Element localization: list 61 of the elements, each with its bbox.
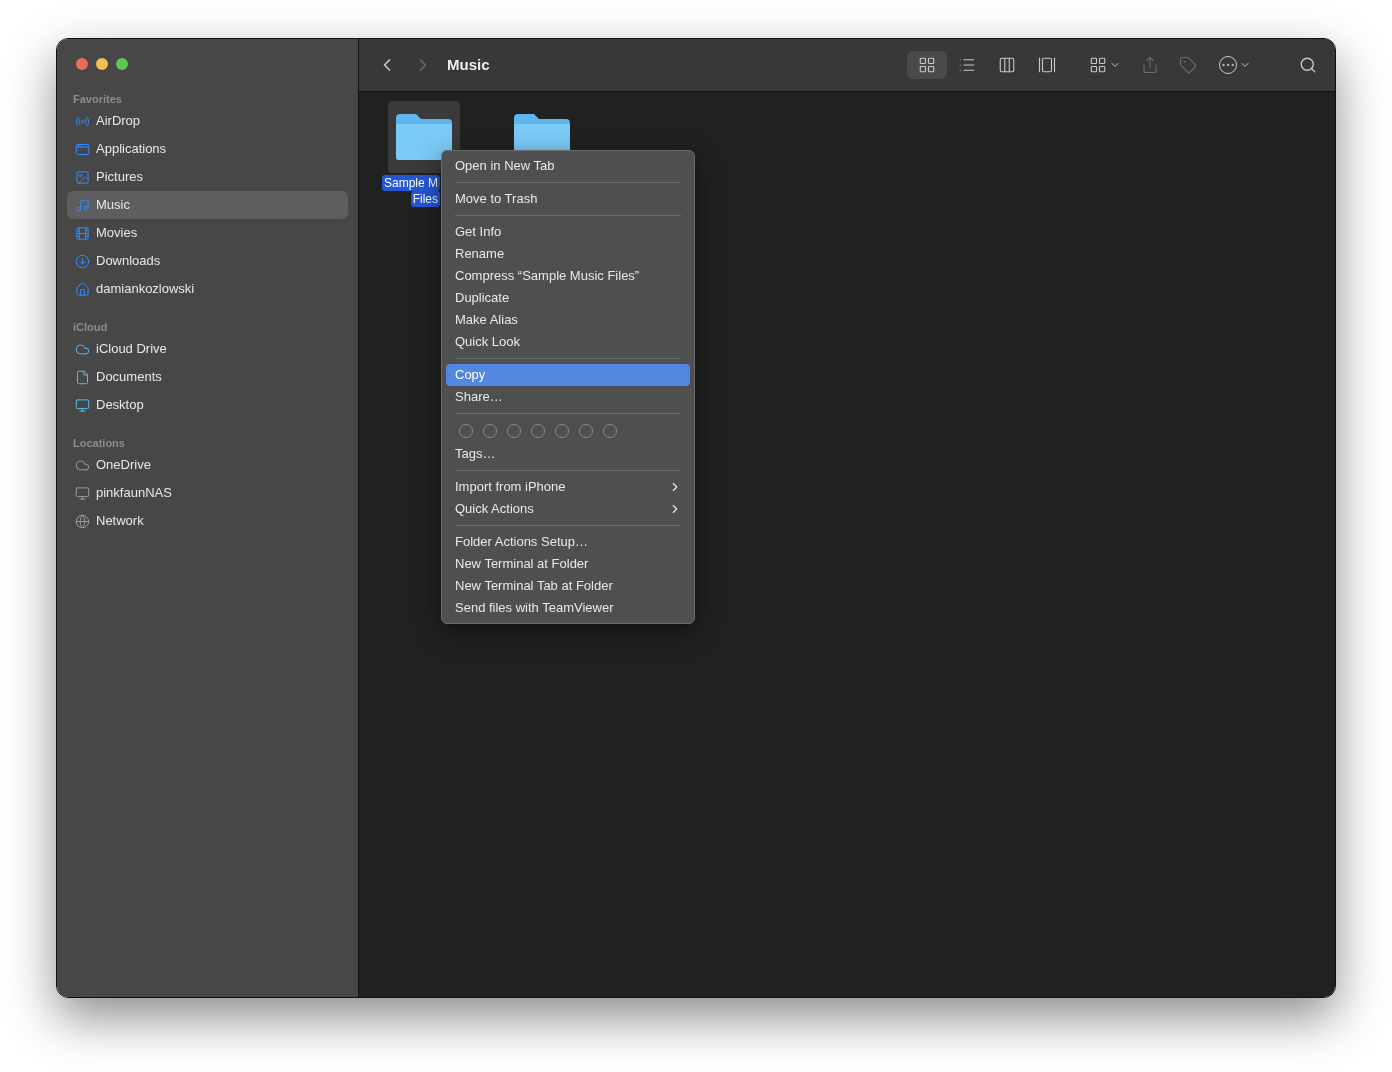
sidebar-item[interactable]: pinkfaunNAS <box>67 479 348 507</box>
folder-name: Files <box>410 191 440 207</box>
icon-view-icon <box>918 56 936 74</box>
picture-icon <box>75 169 90 185</box>
menu-item[interactable]: Compress “Sample Music Files” <box>446 265 690 287</box>
menu-item[interactable]: Share… <box>446 386 690 408</box>
menu-item[interactable]: Get Info <box>446 221 690 243</box>
folder-name: Sample M <box>381 175 440 191</box>
music-note-icon <box>75 197 90 213</box>
sidebar-item[interactable]: AirDrop <box>67 107 348 135</box>
house-icon <box>75 281 90 297</box>
sidebar-item[interactable]: iCloud Drive <box>67 335 348 363</box>
desktop-icon <box>75 397 90 413</box>
close-button[interactable] <box>76 58 88 70</box>
group-button[interactable] <box>1089 56 1121 74</box>
minimize-button[interactable] <box>96 58 108 70</box>
gallery-icon <box>1038 56 1056 74</box>
menu-item[interactable]: Duplicate <box>446 287 690 309</box>
cloud-icon <box>75 457 90 473</box>
sidebar-item[interactable]: OneDrive <box>67 451 348 479</box>
monitor-icon <box>75 485 90 501</box>
sidebar-item[interactable]: damiankozlowski <box>67 275 348 303</box>
grid-icon <box>1089 56 1107 74</box>
menu-item[interactable]: Move to Trash <box>446 188 690 210</box>
apps-icon <box>75 141 90 157</box>
cloud-icon <box>75 341 90 357</box>
menu-item[interactable]: Make Alias <box>446 309 690 331</box>
sidebar-item[interactable]: Applications <box>67 135 348 163</box>
view-mode-button[interactable] <box>907 51 947 79</box>
document-icon <box>75 369 90 385</box>
menu-item[interactable]: New Terminal Tab at Folder <box>446 575 690 597</box>
sidebar-section-title: Favorites <box>72 92 123 107</box>
sidebar-item[interactable]: Music <box>67 191 348 219</box>
sidebar-item[interactable]: Downloads <box>67 247 348 275</box>
menu-item[interactable]: Import from iPhone <box>446 476 690 498</box>
menu-item[interactable]: Folder Actions Setup… <box>446 531 690 553</box>
tag-icon[interactable] <box>1179 56 1197 74</box>
window-title: Music <box>447 54 490 75</box>
menu-item[interactable]: Send files with TeamViewer <box>446 597 690 619</box>
search-icon[interactable] <box>1299 56 1317 74</box>
menu-item[interactable]: New Terminal at Folder <box>446 553 690 575</box>
list-icon <box>958 56 976 74</box>
globe-icon <box>75 513 90 529</box>
sidebar-item[interactable]: Documents <box>67 363 348 391</box>
menu-item[interactable]: Quick Actions <box>446 498 690 520</box>
sidebar-item[interactable]: Pictures <box>67 163 348 191</box>
menu-item[interactable]: Quick Look <box>446 331 690 353</box>
download-icon <box>75 253 90 269</box>
menu-item[interactable]: Rename <box>446 243 690 265</box>
sidebar-item[interactable]: Movies <box>67 219 348 247</box>
sidebar-section-title: iCloud <box>72 320 109 335</box>
zoom-button[interactable] <box>116 58 128 70</box>
film-icon <box>75 225 90 241</box>
sidebar-item[interactable]: Network <box>67 507 348 535</box>
menu-item[interactable]: Copy <box>446 364 690 386</box>
menu-item[interactable]: Open in New Tab <box>446 155 690 177</box>
sidebar-section-title: Locations <box>72 436 126 451</box>
sidebar-item[interactable]: Desktop <box>67 391 348 419</box>
share-icon[interactable] <box>1141 56 1159 74</box>
columns-icon <box>998 56 1016 74</box>
menu-item[interactable]: Tags… <box>446 443 690 465</box>
